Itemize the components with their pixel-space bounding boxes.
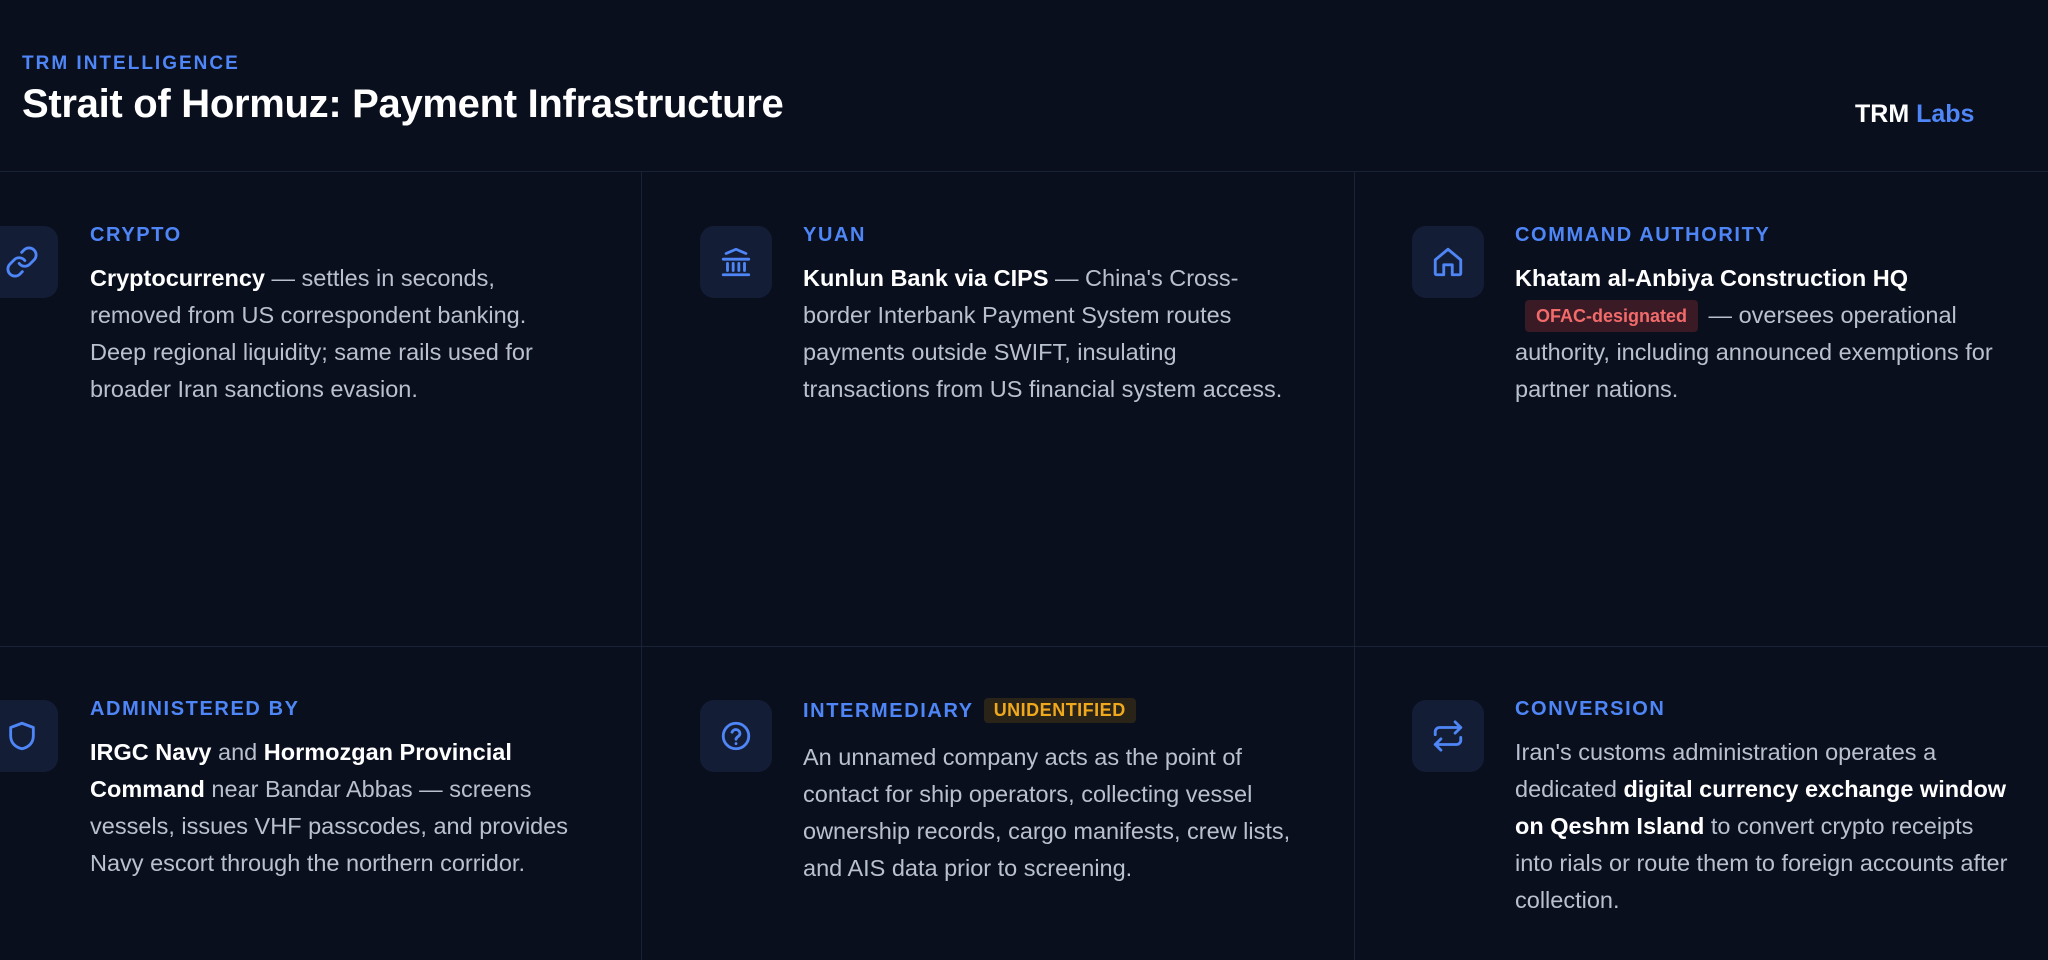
- question-circle-icon: [700, 700, 772, 772]
- card-label: INTERMEDIARY UNIDENTIFIED: [803, 698, 1136, 723]
- eyebrow-label: TRM INTELLIGENCE: [22, 53, 240, 74]
- card-label-text: INTERMEDIARY: [803, 700, 974, 722]
- card-body: IRGC Navy and Hormozgan Provincial Comma…: [90, 734, 580, 882]
- home-icon: [1412, 226, 1484, 298]
- column-divider: [641, 172, 642, 960]
- brand-logo[interactable]: TRM Labs: [1855, 100, 1974, 129]
- unidentified-badge: UNIDENTIFIED: [983, 698, 1136, 723]
- card-strong: Kunlun Bank via CIPS: [803, 265, 1049, 291]
- page-title: Strait of Hormuz: Payment Infrastructure: [22, 82, 784, 126]
- card-body: An unnamed company acts as the point of …: [803, 744, 1291, 881]
- repeat-arrows-icon: [1412, 700, 1484, 772]
- brand-main: TRM: [1855, 100, 1910, 128]
- link-icon: [0, 226, 58, 298]
- card-body: Iran's customs administration operates a…: [1515, 734, 2015, 919]
- row-divider: [0, 646, 2048, 647]
- bank-icon: [700, 226, 772, 298]
- card-strong: Cryptocurrency: [90, 265, 265, 291]
- column-divider: [1354, 172, 1355, 960]
- card-text: and: [211, 739, 264, 765]
- page-header: TRM INTELLIGENCE Strait of Hormuz: Payme…: [0, 0, 2048, 172]
- card-label: CONVERSION: [1515, 698, 1666, 720]
- card-label: ADMINISTERED BY: [90, 698, 300, 720]
- card-label: CRYPTO: [90, 224, 182, 246]
- card-strong: Khatam al-Anbiya Construction HQ: [1515, 265, 1909, 291]
- card-body: Khatam al-Anbiya Construction HQ OFAC-de…: [1515, 260, 2015, 408]
- shield-icon: [0, 700, 58, 772]
- card-grid: CRYPTO Cryptocurrency — settles in secon…: [0, 172, 2048, 960]
- card-body: Kunlun Bank via CIPS — China's Cross-bor…: [803, 260, 1293, 408]
- card-body: Cryptocurrency — settles in seconds, rem…: [90, 260, 580, 408]
- brand-accent: Labs: [1916, 100, 1975, 128]
- card-label: YUAN: [803, 224, 867, 246]
- card-strong: IRGC Navy: [90, 739, 212, 765]
- card-label: COMMAND AUTHORITY: [1515, 224, 1771, 246]
- ofac-badge: OFAC-designated: [1525, 300, 1699, 332]
